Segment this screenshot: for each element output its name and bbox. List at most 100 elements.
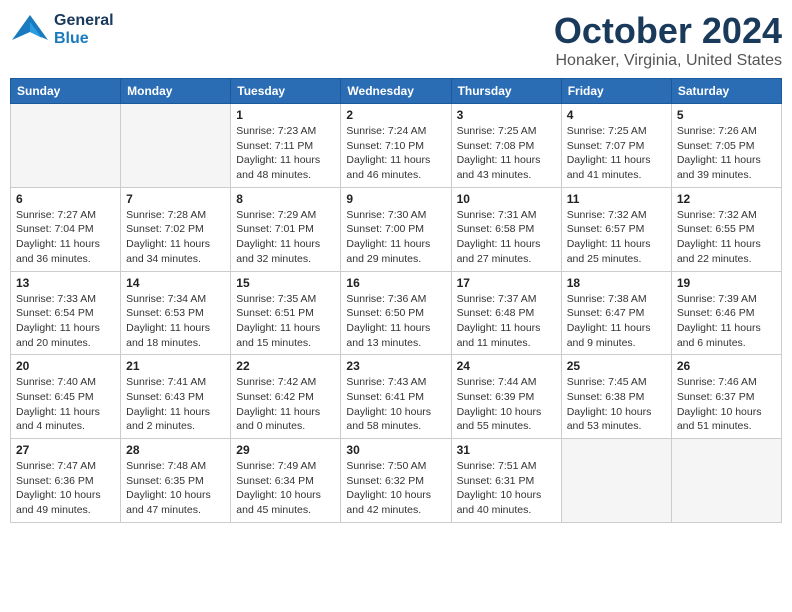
day-number: 3 — [457, 108, 556, 122]
day-info: Sunrise: 7:29 AM Sunset: 7:01 PM Dayligh… — [236, 208, 335, 267]
calendar-cell: 28 Sunrise: 7:48 AM Sunset: 6:35 PM Dayli… — [121, 439, 231, 523]
calendar-cell: 10 Sunrise: 7:31 AM Sunset: 6:58 PM Dayli… — [451, 187, 561, 271]
calendar-cell — [11, 104, 121, 188]
day-info: Sunrise: 7:28 AM Sunset: 7:02 PM Dayligh… — [126, 208, 225, 267]
calendar-week-3: 13 Sunrise: 7:33 AM Sunset: 6:54 PM Dayli… — [11, 271, 782, 355]
calendar-cell: 26 Sunrise: 7:46 AM Sunset: 6:37 PM Dayli… — [671, 355, 781, 439]
day-number: 15 — [236, 276, 335, 290]
weekday-header-row: SundayMondayTuesdayWednesdayThursdayFrid… — [11, 79, 782, 104]
day-number: 11 — [567, 192, 666, 206]
logo-name: General Blue — [54, 12, 114, 47]
day-number: 27 — [16, 443, 115, 457]
day-info: Sunrise: 7:30 AM Sunset: 7:00 PM Dayligh… — [346, 208, 445, 267]
day-number: 30 — [346, 443, 445, 457]
day-number: 10 — [457, 192, 556, 206]
calendar-cell: 5Sunrise: 7:26 AM Sunset: 7:05 PM Daylig… — [671, 104, 781, 188]
day-info: Sunrise: 7:25 AM Sunset: 7:08 PM Dayligh… — [457, 124, 556, 183]
calendar-cell: 7 Sunrise: 7:28 AM Sunset: 7:02 PM Daylig… — [121, 187, 231, 271]
day-number: 21 — [126, 359, 225, 373]
calendar-cell: 15 Sunrise: 7:35 AM Sunset: 6:51 PM Dayli… — [231, 271, 341, 355]
weekday-header-monday: Monday — [121, 79, 231, 104]
day-number: 23 — [346, 359, 445, 373]
day-info: Sunrise: 7:39 AM Sunset: 6:46 PM Dayligh… — [677, 292, 776, 351]
weekday-header-friday: Friday — [561, 79, 671, 104]
calendar-cell — [671, 439, 781, 523]
day-info: Sunrise: 7:47 AM Sunset: 6:36 PM Dayligh… — [16, 459, 115, 518]
calendar-cell: 13 Sunrise: 7:33 AM Sunset: 6:54 PM Dayli… — [11, 271, 121, 355]
day-number: 26 — [677, 359, 776, 373]
day-info: Sunrise: 7:51 AM Sunset: 6:31 PM Dayligh… — [457, 459, 556, 518]
calendar-cell: 14 Sunrise: 7:34 AM Sunset: 6:53 PM Dayli… — [121, 271, 231, 355]
page-header: General Blue October 2024 Honaker, Virgi… — [10, 10, 782, 70]
day-number: 1 — [236, 108, 335, 122]
day-info: Sunrise: 7:23 AM Sunset: 7:11 PM Dayligh… — [236, 124, 335, 183]
day-number: 6 — [16, 192, 115, 206]
calendar-cell: 24Sunrise: 7:44 AM Sunset: 6:39 PM Dayli… — [451, 355, 561, 439]
weekday-header-wednesday: Wednesday — [341, 79, 451, 104]
day-number: 13 — [16, 276, 115, 290]
day-number: 9 — [346, 192, 445, 206]
calendar-cell: 29Sunrise: 7:49 AM Sunset: 6:34 PM Dayli… — [231, 439, 341, 523]
calendar-cell: 3 Sunrise: 7:25 AM Sunset: 7:08 PM Daylig… — [451, 104, 561, 188]
day-info: Sunrise: 7:38 AM Sunset: 6:47 PM Dayligh… — [567, 292, 666, 351]
weekday-header-sunday: Sunday — [11, 79, 121, 104]
day-info: Sunrise: 7:45 AM Sunset: 6:38 PM Dayligh… — [567, 375, 666, 434]
calendar-cell: 8 Sunrise: 7:29 AM Sunset: 7:01 PM Daylig… — [231, 187, 341, 271]
day-info: Sunrise: 7:32 AM Sunset: 6:57 PM Dayligh… — [567, 208, 666, 267]
day-number: 18 — [567, 276, 666, 290]
calendar-cell — [121, 104, 231, 188]
calendar-cell: 17 Sunrise: 7:37 AM Sunset: 6:48 PM Dayli… — [451, 271, 561, 355]
logo-blue-text: Blue — [54, 30, 114, 48]
day-number: 31 — [457, 443, 556, 457]
calendar-cell: 23 Sunrise: 7:43 AM Sunset: 6:41 PM Dayli… — [341, 355, 451, 439]
day-info: Sunrise: 7:33 AM Sunset: 6:54 PM Dayligh… — [16, 292, 115, 351]
day-number: 20 — [16, 359, 115, 373]
calendar-cell: 27 Sunrise: 7:47 AM Sunset: 6:36 PM Dayli… — [11, 439, 121, 523]
calendar-table: SundayMondayTuesdayWednesdayThursdayFrid… — [10, 78, 782, 523]
day-info: Sunrise: 7:25 AM Sunset: 7:07 PM Dayligh… — [567, 124, 666, 183]
day-info: Sunrise: 7:46 AM Sunset: 6:37 PM Dayligh… — [677, 375, 776, 434]
calendar-cell: 21 Sunrise: 7:41 AM Sunset: 6:43 PM Dayli… — [121, 355, 231, 439]
day-info: Sunrise: 7:32 AM Sunset: 6:55 PM Dayligh… — [677, 208, 776, 267]
day-number: 28 — [126, 443, 225, 457]
day-number: 2 — [346, 108, 445, 122]
calendar-cell: 22Sunrise: 7:42 AM Sunset: 6:42 PM Dayli… — [231, 355, 341, 439]
day-info: Sunrise: 7:41 AM Sunset: 6:43 PM Dayligh… — [126, 375, 225, 434]
day-info: Sunrise: 7:34 AM Sunset: 6:53 PM Dayligh… — [126, 292, 225, 351]
location: Honaker, Virginia, United States — [554, 52, 782, 70]
weekday-header-tuesday: Tuesday — [231, 79, 341, 104]
calendar-cell: 2 Sunrise: 7:24 AM Sunset: 7:10 PM Daylig… — [341, 104, 451, 188]
day-info: Sunrise: 7:40 AM Sunset: 6:45 PM Dayligh… — [16, 375, 115, 434]
day-number: 7 — [126, 192, 225, 206]
day-info: Sunrise: 7:31 AM Sunset: 6:58 PM Dayligh… — [457, 208, 556, 267]
day-info: Sunrise: 7:43 AM Sunset: 6:41 PM Dayligh… — [346, 375, 445, 434]
logo-general-text: General — [54, 12, 114, 30]
weekday-header-thursday: Thursday — [451, 79, 561, 104]
day-info: Sunrise: 7:49 AM Sunset: 6:34 PM Dayligh… — [236, 459, 335, 518]
day-info: Sunrise: 7:50 AM Sunset: 6:32 PM Dayligh… — [346, 459, 445, 518]
calendar-week-1: 1 Sunrise: 7:23 AM Sunset: 7:11 PM Daylig… — [11, 104, 782, 188]
day-number: 16 — [346, 276, 445, 290]
calendar-cell: 18 Sunrise: 7:38 AM Sunset: 6:47 PM Dayli… — [561, 271, 671, 355]
day-number: 14 — [126, 276, 225, 290]
day-info: Sunrise: 7:48 AM Sunset: 6:35 PM Dayligh… — [126, 459, 225, 518]
day-number: 4 — [567, 108, 666, 122]
day-info: Sunrise: 7:24 AM Sunset: 7:10 PM Dayligh… — [346, 124, 445, 183]
day-info: Sunrise: 7:35 AM Sunset: 6:51 PM Dayligh… — [236, 292, 335, 351]
calendar-cell: 30 Sunrise: 7:50 AM Sunset: 6:32 PM Dayli… — [341, 439, 451, 523]
logo: General Blue — [10, 10, 114, 50]
calendar-cell — [561, 439, 671, 523]
day-info: Sunrise: 7:42 AM Sunset: 6:42 PM Dayligh… — [236, 375, 335, 434]
calendar-week-2: 6Sunrise: 7:27 AM Sunset: 7:04 PM Daylig… — [11, 187, 782, 271]
day-number: 25 — [567, 359, 666, 373]
day-number: 24 — [457, 359, 556, 373]
calendar-week-4: 20 Sunrise: 7:40 AM Sunset: 6:45 PM Dayli… — [11, 355, 782, 439]
day-number: 17 — [457, 276, 556, 290]
day-number: 8 — [236, 192, 335, 206]
day-info: Sunrise: 7:37 AM Sunset: 6:48 PM Dayligh… — [457, 292, 556, 351]
calendar-cell: 19 Sunrise: 7:39 AM Sunset: 6:46 PM Dayli… — [671, 271, 781, 355]
calendar-cell: 12Sunrise: 7:32 AM Sunset: 6:55 PM Dayli… — [671, 187, 781, 271]
calendar-cell: 4 Sunrise: 7:25 AM Sunset: 7:07 PM Daylig… — [561, 104, 671, 188]
day-number: 19 — [677, 276, 776, 290]
day-number: 5 — [677, 108, 776, 122]
